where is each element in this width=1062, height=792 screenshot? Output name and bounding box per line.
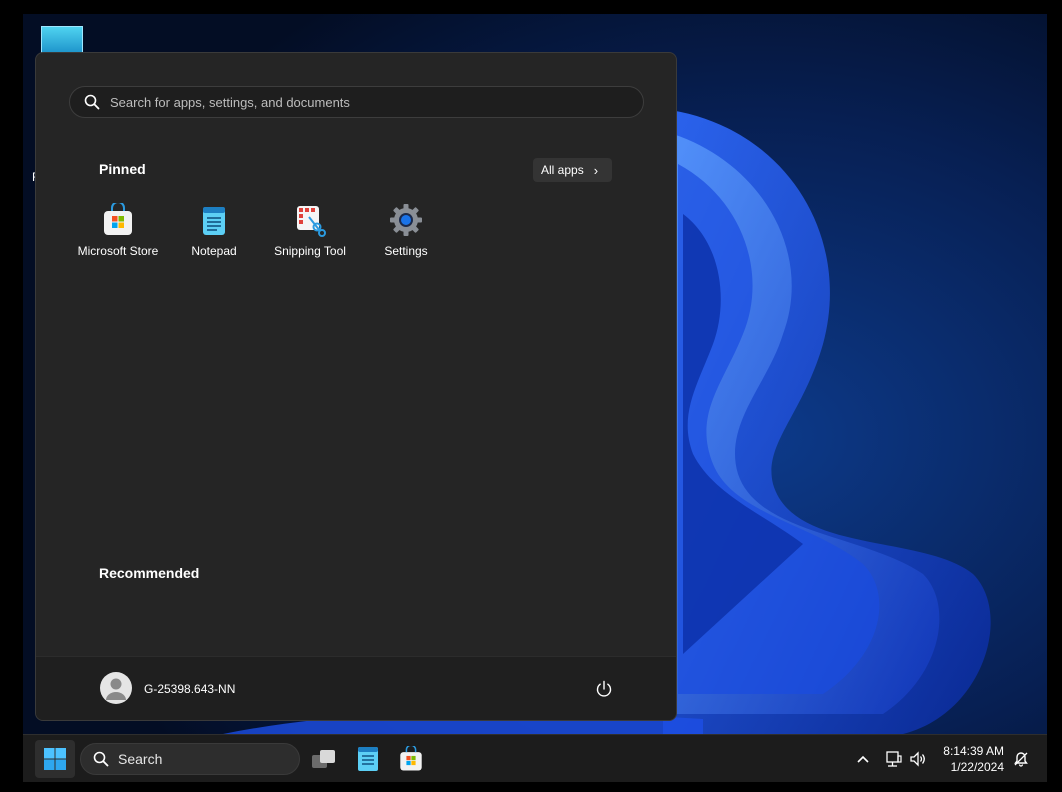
search-icon [84,94,100,110]
recommended-title: Recommended [99,565,200,581]
pinned-app-microsoft-store[interactable]: Microsoft Store [70,203,166,258]
pinned-app-settings[interactable]: Settings [358,203,454,258]
clock-time: 8:14:39 AM [943,744,1004,758]
chevron-up-icon [857,755,869,763]
pinned-title: Pinned [99,161,146,177]
all-apps-label: All apps [541,163,584,177]
network-icon [886,751,902,767]
taskbar-notepad[interactable] [352,743,384,775]
task-view-icon [312,750,335,768]
start-search-box[interactable] [69,86,644,118]
pinned-app-label: Microsoft Store [77,244,159,258]
pinned-app-label: Notepad [191,244,237,258]
taskbar-search[interactable]: Search [80,743,300,775]
microsoft-store-icon [400,746,422,771]
taskbar-microsoft-store[interactable] [395,743,427,775]
clock[interactable]: 8:14:39 AM 1/22/2024 [943,743,1004,775]
notification-bell-icon [1014,752,1028,767]
task-view-button[interactable] [308,743,340,775]
pinned-app-notepad[interactable]: Notepad [166,203,262,258]
taskbar: Search 8:14:39 AM 1/22/2024 [23,734,1047,782]
pinned-app-label: Snipping Tool [274,244,346,258]
microsoft-store-icon [104,203,132,235]
user-name[interactable]: G-25398.643-NN [144,682,235,696]
user-avatar-icon [106,678,126,700]
pinned-apps-grid: Microsoft Store Notepad Snipping Tool Se… [70,203,454,258]
desktop-screen: F Pinned All apps › [23,14,1047,782]
search-icon [93,751,109,767]
start-menu-footer: G-25398.643-NN [36,656,676,720]
power-icon[interactable] [594,679,614,699]
chevron-right-icon: › [593,162,599,178]
snipping-tool-icon [297,206,326,237]
notepad-icon [203,207,225,235]
start-menu: Pinned All apps › Microsoft Store [35,52,677,721]
start-button[interactable] [35,740,75,778]
start-search-input[interactable] [110,94,630,110]
show-hidden-icons-button[interactable] [853,735,873,782]
volume-button[interactable] [907,735,929,782]
pinned-app-snipping-tool[interactable]: Snipping Tool [262,203,358,258]
notepad-icon [358,747,378,771]
taskbar-search-label: Search [118,751,163,767]
windows-logo-icon [44,748,66,770]
pinned-app-label: Settings [384,244,428,258]
notifications-button[interactable] [1011,735,1031,782]
user-avatar[interactable] [100,672,132,704]
settings-gear-icon [390,204,422,236]
clock-date: 1/22/2024 [950,760,1004,774]
network-button[interactable] [883,735,905,782]
all-apps-button[interactable]: All apps › [533,158,612,182]
volume-icon [910,751,925,767]
